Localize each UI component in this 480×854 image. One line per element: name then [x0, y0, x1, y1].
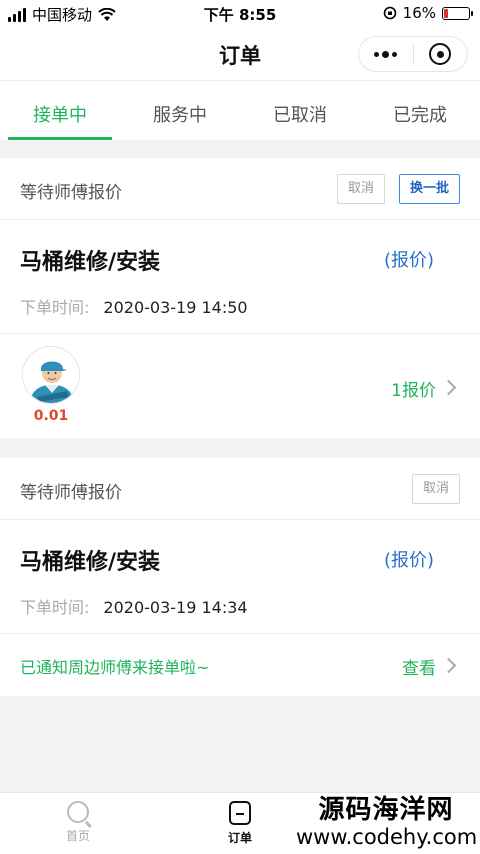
order-card: 等待师傅报价 取消 马桶维修/安装 (报价) 下单时间: 2020-03-19 1…: [0, 458, 480, 696]
order-title: 马桶维修/安装: [20, 250, 161, 275]
tab-in-service[interactable]: 服务中: [120, 81, 240, 140]
battery-fill: [444, 8, 448, 18]
view-link[interactable]: 查看: [402, 654, 436, 679]
order-status-label: 等待师傅报价: [20, 183, 122, 203]
order-time: 下单时间: 2020-03-19 14:50: [20, 294, 248, 318]
chevron-right-icon: [440, 657, 457, 674]
tab-cancelled[interactable]: 已取消: [240, 81, 360, 140]
order-card-header: 等待师傅报价 取消: [0, 458, 480, 520]
tabbar-home-label: 首页: [65, 829, 90, 843]
quote-link[interactable]: (报价): [384, 546, 434, 572]
search-icon: [67, 801, 89, 823]
quote-link[interactable]: (报价): [384, 246, 434, 272]
order-time-label: 下单时间:: [20, 598, 90, 617]
order-time: 下单时间: 2020-03-19 14:34: [20, 594, 248, 618]
orientation-lock-icon: [383, 6, 396, 20]
cancel-button[interactable]: 取消: [411, 474, 460, 504]
more-icon[interactable]: [359, 50, 413, 58]
screen: 中国移动 下午 8:55 16% 订单 接单中 服务中 已取消 已完成 等待师傅…: [0, 0, 480, 854]
worker-avatar-icon: [23, 347, 79, 403]
watermark: 源码海洋网 www.codehy.com: [296, 795, 478, 850]
status-bar: 中国移动 下午 8:55 16%: [0, 0, 480, 28]
tabbar-order-label: 订单: [227, 831, 252, 845]
notify-row[interactable]: 已通知周边师傅来接单啦~ 查看: [0, 634, 480, 696]
order-card-header: 等待师傅报价 取消 换一批: [0, 158, 480, 220]
master-quote-row[interactable]: 0.01 1报价: [0, 334, 480, 438]
chevron-right-icon: [440, 379, 457, 396]
order-info[interactable]: 马桶维修/安装 (报价) 下单时间: 2020-03-19 14:50: [0, 220, 480, 334]
close-miniprogram-button[interactable]: [414, 43, 468, 65]
order-time-label: 下单时间:: [20, 298, 90, 317]
tab-completed[interactable]: 已完成: [360, 81, 480, 140]
notify-message: 已通知周边师傅来接单啦~: [20, 658, 210, 677]
order-card: 等待师傅报价 取消 换一批 马桶维修/安装 (报价) 下单时间: 2020-03-…: [0, 158, 480, 438]
tabbar-home[interactable]: 首页: [38, 801, 118, 844]
target-icon: [429, 43, 452, 65]
cancel-button[interactable]: 取消: [336, 174, 385, 204]
watermark-url: www.codehy.com: [296, 825, 478, 849]
refresh-batch-button[interactable]: 换一批: [398, 174, 460, 204]
battery-icon: [442, 6, 473, 20]
order-list-icon: [229, 801, 251, 825]
quote-count: 1报价: [391, 381, 436, 401]
order-info[interactable]: 马桶维修/安装 (报价) 下单时间: 2020-03-19 14:34: [0, 520, 480, 634]
order-time-value: 2020-03-19 14:50: [103, 298, 248, 317]
miniprogram-capsule: [358, 36, 468, 72]
master-quote-price: 0.01: [33, 408, 69, 424]
order-title: 马桶维修/安装: [20, 550, 161, 575]
order-status-tabs: 接单中 服务中 已取消 已完成: [0, 80, 480, 140]
nav-bar: 订单: [0, 28, 480, 80]
tabbar-order[interactable]: 订单: [200, 801, 280, 846]
order-time-value: 2020-03-19 14:34: [103, 598, 248, 617]
battery-percent: 16%: [402, 4, 436, 22]
watermark-name: 源码海洋网: [318, 795, 454, 825]
master-avatar[interactable]: [22, 346, 80, 404]
order-status-label: 等待师傅报价: [20, 483, 122, 503]
status-right: 16%: [383, 4, 473, 22]
tab-accepting[interactable]: 接单中: [0, 81, 120, 140]
